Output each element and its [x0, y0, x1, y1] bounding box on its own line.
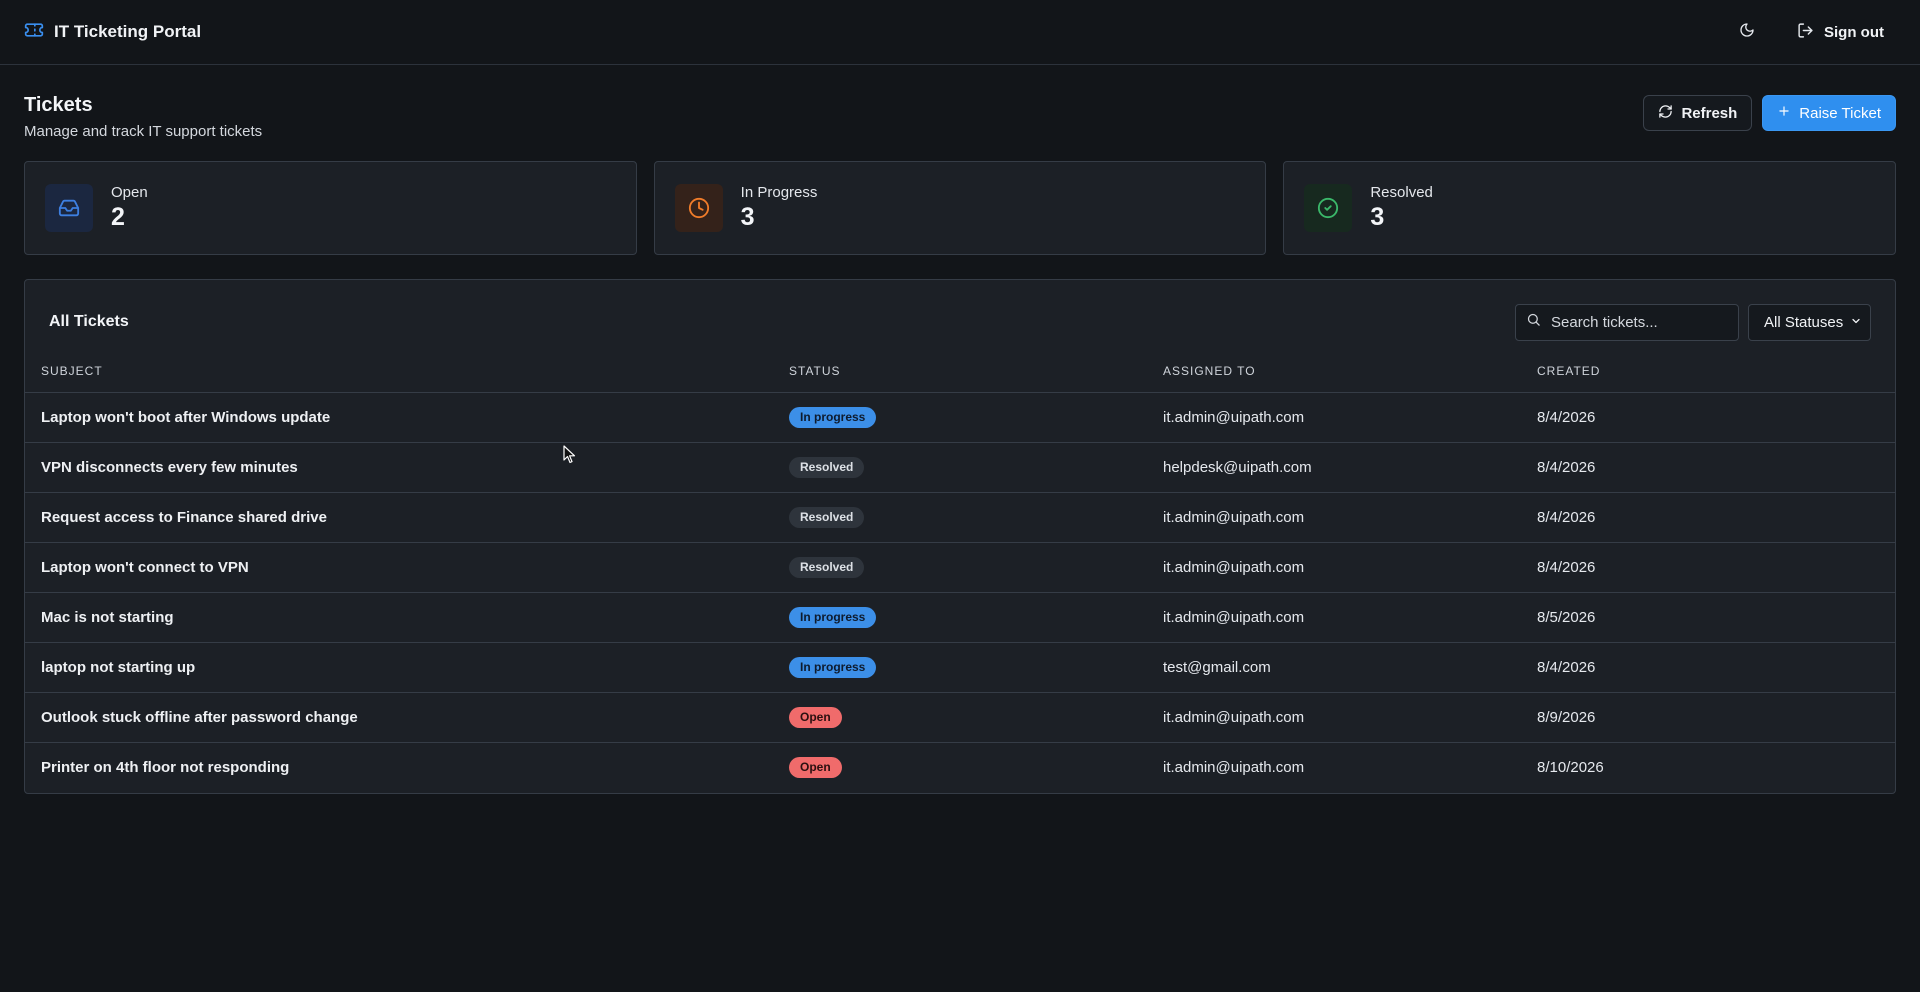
- table-row[interactable]: Outlook stuck offline after password cha…: [25, 692, 1895, 743]
- status-badge: In progress: [789, 656, 877, 678]
- ticket-subject: Mac is not starting: [25, 592, 773, 643]
- app-title: IT Ticketing Portal: [54, 22, 202, 41]
- table-row[interactable]: Printer on 4th floor not responding Open…: [25, 742, 1895, 792]
- ticket-subject: Laptop won't boot after Windows update: [25, 392, 773, 443]
- theme-toggle-button[interactable]: [1727, 12, 1767, 52]
- stat-card-in-progress: In Progress 3: [653, 161, 1267, 255]
- clock-icon: [674, 184, 723, 232]
- ticket-subject: Request access to Finance shared drive: [25, 492, 773, 543]
- ticket-created: 8/9/2026: [1521, 692, 1895, 743]
- ticket-created: 8/4/2026: [1521, 542, 1895, 593]
- inbox-icon: [45, 184, 93, 232]
- table-row[interactable]: laptop not starting up In progress test@…: [25, 642, 1895, 693]
- status-badge: In progress: [789, 606, 877, 628]
- status-filter-select[interactable]: All Statuses: [1748, 303, 1871, 341]
- column-header-status[interactable]: STATUS: [773, 364, 1147, 393]
- ticket-icon: [24, 20, 44, 45]
- page-subtitle: Manage and track IT support tickets: [24, 123, 263, 140]
- search-input[interactable]: [1551, 313, 1721, 331]
- ticket-created: 8/4/2026: [1521, 642, 1895, 693]
- status-badge: Open: [789, 706, 842, 728]
- status-badge: In progress: [789, 406, 877, 428]
- refresh-button[interactable]: Refresh: [1643, 95, 1753, 131]
- ticket-assignee: it.admin@uipath.com: [1147, 692, 1521, 743]
- chevron-down-icon: [1850, 314, 1862, 331]
- log-out-icon: [1797, 22, 1814, 43]
- refresh-icon: [1658, 104, 1673, 123]
- column-header-assigned[interactable]: ASSIGNED TO: [1147, 364, 1521, 393]
- stat-label: Resolved: [1370, 184, 1433, 201]
- ticket-subject: Printer on 4th floor not responding: [41, 758, 290, 776]
- search-icon: [1526, 312, 1541, 332]
- ticket-assignee: it.admin@uipath.com: [1147, 492, 1521, 543]
- ticket-subject: laptop not starting up: [25, 642, 773, 693]
- status-badge: Resolved: [789, 556, 865, 578]
- stat-label: Open: [111, 184, 148, 201]
- tickets-table: SUBJECT STATUS ASSIGNED TO CREATED Lapto…: [25, 364, 1895, 792]
- stat-card-open: Open 2: [24, 161, 637, 255]
- ticket-subject: Outlook stuck offline after password cha…: [25, 692, 773, 743]
- column-header-created[interactable]: CREATED: [1521, 364, 1895, 393]
- ticket-created: 8/4/2026: [1521, 442, 1895, 493]
- refresh-label: Refresh: [1681, 104, 1738, 122]
- check-circle-icon: [1304, 184, 1353, 232]
- tickets-panel: All Tickets All Statuses: [24, 279, 1896, 794]
- stat-value: 3: [1370, 203, 1385, 231]
- stat-value: 2: [111, 203, 125, 231]
- status-badge: Open: [789, 756, 842, 778]
- stat-card-resolved: Resolved 3: [1283, 161, 1897, 255]
- stat-label: In Progress: [740, 184, 818, 201]
- table-row[interactable]: Laptop won't connect to VPN Resolved it.…: [25, 542, 1895, 593]
- mouse-pointer-icon: [563, 445, 576, 469]
- status-badge: Resolved: [789, 506, 865, 528]
- stats-row: Open 2 In Progress 3 Resolved 3: [24, 161, 1897, 255]
- brand[interactable]: IT Ticketing Portal: [24, 20, 201, 45]
- ticket-assignee: it.admin@uipath.com: [1147, 392, 1521, 443]
- page-title: Tickets: [24, 94, 93, 116]
- ticket-assignee: helpdesk@uipath.com: [1147, 442, 1521, 493]
- top-bar: IT Ticketing Portal Sign out: [0, 0, 1920, 65]
- table-row[interactable]: Laptop won't boot after Windows update I…: [25, 392, 1895, 443]
- ticket-created: 8/4/2026: [1521, 392, 1895, 443]
- table-row[interactable]: VPN disconnects every few minutes Resolv…: [25, 442, 1895, 493]
- table-row[interactable]: Mac is not starting In progress it.admin…: [25, 592, 1895, 643]
- raise-ticket-button[interactable]: Raise Ticket: [1762, 95, 1896, 131]
- ticket-subject: VPN disconnects every few minutes: [25, 442, 773, 493]
- moon-icon: [1739, 22, 1755, 43]
- ticket-assignee: it.admin@uipath.com: [1163, 758, 1305, 776]
- column-header-subject[interactable]: SUBJECT: [25, 364, 773, 393]
- ticket-assignee: it.admin@uipath.com: [1147, 542, 1521, 593]
- ticket-subject: Laptop won't connect to VPN: [25, 542, 773, 593]
- stat-value: 3: [740, 203, 755, 231]
- status-filter-value: All Statuses: [1764, 313, 1844, 331]
- sign-out-button[interactable]: Sign out: [1785, 14, 1896, 51]
- raise-ticket-label: Raise Ticket: [1799, 104, 1881, 122]
- plus-icon: [1777, 104, 1791, 122]
- status-badge: Resolved: [789, 456, 865, 478]
- ticket-created: 8/4/2026: [1521, 492, 1895, 543]
- search-box[interactable]: [1515, 303, 1739, 341]
- table-row[interactable]: Request access to Finance shared drive R…: [25, 492, 1895, 543]
- ticket-assignee: test@gmail.com: [1147, 642, 1521, 693]
- ticket-created: 8/5/2026: [1521, 592, 1895, 643]
- ticket-assignee: it.admin@uipath.com: [1147, 592, 1521, 643]
- sign-out-label: Sign out: [1824, 23, 1884, 41]
- panel-title: All Tickets: [49, 313, 129, 330]
- ticket-created: 8/10/2026: [1537, 758, 1604, 776]
